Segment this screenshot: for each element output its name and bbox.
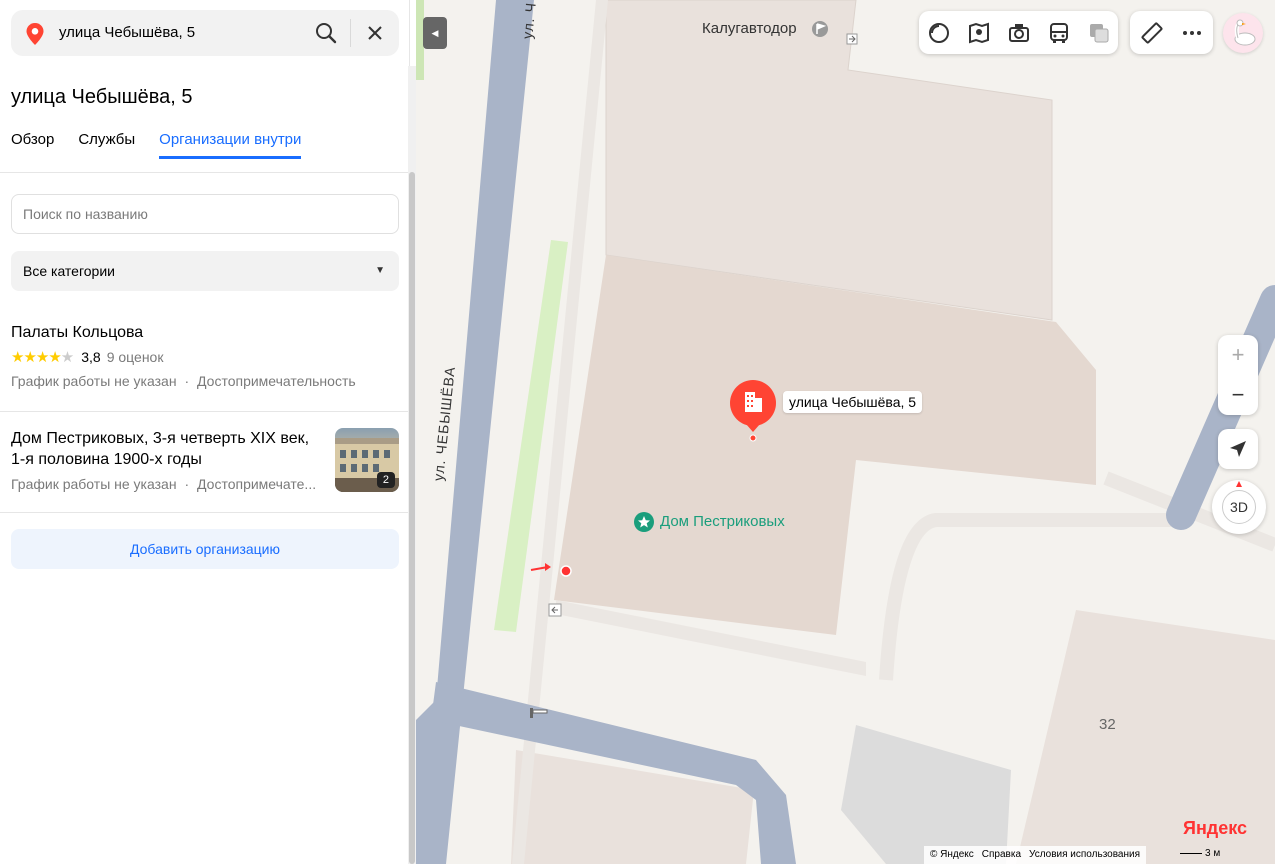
compass-control[interactable]: 3D	[1212, 480, 1266, 534]
ruler-icon[interactable]	[1140, 21, 1164, 45]
org-meta: График работы не указан · Достопримечате…	[11, 373, 408, 389]
collapse-sidebar-button[interactable]: ◀	[423, 17, 447, 49]
house-number: 32	[1099, 716, 1116, 733]
location-pin-icon	[26, 23, 44, 45]
entrance-icon	[548, 603, 562, 617]
app-root: улица Чебышёва, 5 улица Чебышёва, 5 Обзо…	[0, 0, 1275, 864]
copyright-text[interactable]: © Яндекс	[930, 849, 974, 861]
close-icon[interactable]	[365, 23, 385, 43]
building-shape	[841, 725, 1011, 864]
layers-icon[interactable]	[927, 21, 951, 45]
goose-avatar-icon	[1234, 19, 1256, 46]
search-icon[interactable]	[315, 22, 337, 44]
category-select[interactable]: Все категории ▼	[11, 251, 399, 291]
chevron-down-icon: ▼	[375, 265, 385, 276]
org-category: Достопримечате...	[197, 476, 317, 492]
zoom-control: + −	[1218, 335, 1258, 415]
org-meta: График работы не указан · Достопримечате…	[11, 476, 320, 492]
scale-value: 3 м	[1205, 848, 1221, 859]
zoom-in-button[interactable]: +	[1218, 335, 1258, 375]
page-title: улица Чебышёва, 5	[11, 86, 193, 108]
org-hours: График работы не указан	[11, 476, 177, 492]
category-select-label: Все категории	[23, 263, 115, 279]
meta-separator: ·	[184, 373, 190, 389]
help-link[interactable]: Справка	[982, 849, 1021, 861]
divider	[0, 411, 408, 412]
poi-label[interactable]: Дом Пестриковых	[660, 513, 785, 530]
north-indicator-icon	[1236, 481, 1242, 487]
name-search-input[interactable]	[11, 194, 399, 234]
scrollbar[interactable]	[408, 66, 416, 864]
flag-icon[interactable]	[811, 20, 829, 38]
map-canvas[interactable]: Калугавтодор ул. ЧЕБЫШЁВА ул. Ч 32	[416, 0, 1275, 864]
list-item[interactable]: Дом Пестриковых, 3-я четверть XIX век, 1…	[0, 428, 320, 492]
tab-overview[interactable]: Обзор	[11, 131, 54, 159]
scrollbar-thumb[interactable]	[409, 172, 415, 864]
tab-organizations-inside[interactable]: Организации внутри	[159, 131, 302, 159]
add-organization-button[interactable]: Добавить организацию	[11, 529, 399, 569]
marker-label[interactable]: улица Чебышёва, 5	[783, 391, 923, 413]
map-scale: 3 м	[1180, 848, 1220, 859]
review-count[interactable]: 9 оценок	[107, 349, 164, 365]
map-tools-toolbar	[1130, 11, 1213, 54]
list-item[interactable]: Палаты Кольцова ★★★★★ 3,8 9 оценок Графи…	[0, 322, 408, 389]
meta-separator: ·	[184, 476, 190, 492]
map-base-layer	[416, 0, 1275, 864]
entrance-icon	[846, 33, 858, 45]
org-category: Достопримечательность	[197, 373, 356, 389]
bus-icon[interactable]	[1047, 21, 1071, 45]
divider	[0, 172, 408, 173]
navigation-arrow-icon	[1230, 441, 1246, 457]
more-icon[interactable]	[1180, 21, 1204, 45]
avatar[interactable]	[1223, 13, 1263, 53]
3d-toggle-button[interactable]: 3D	[1222, 490, 1256, 524]
red-dot	[560, 565, 572, 577]
photo-count-badge: 2	[376, 472, 395, 488]
tab-bar: Обзор Службы Организации внутри	[11, 131, 302, 159]
logo-red: Я	[1183, 818, 1196, 838]
locate-button[interactable]	[1218, 429, 1258, 469]
camera-icon[interactable]	[1007, 21, 1031, 45]
copyright-bar: © Яндекс Справка Условия использования	[924, 846, 1147, 864]
search-input[interactable]: улица Чебышёва, 5	[59, 24, 195, 41]
scale-line	[1180, 852, 1202, 854]
search-divider	[350, 19, 351, 47]
poi-star-icon[interactable]	[634, 512, 654, 532]
map-label-kalugavtodor[interactable]: Калугавтодор	[702, 20, 797, 37]
org-name[interactable]: Дом Пестриковых, 3-я четверть XIX век, 1…	[11, 428, 320, 470]
traffic-icon[interactable]	[1087, 21, 1111, 45]
rating-value: 3,8	[81, 349, 101, 365]
zoom-out-button[interactable]: −	[1218, 375, 1258, 415]
terms-link[interactable]: Условия использования	[1029, 849, 1140, 861]
divider	[0, 512, 408, 513]
logo-black: ндекс	[1195, 818, 1248, 838]
map-layers-toolbar	[919, 11, 1118, 54]
marker-pin-icon[interactable]	[728, 380, 778, 442]
org-photo[interactable]: 2	[335, 428, 399, 492]
panorama-icon[interactable]	[967, 21, 991, 45]
org-name[interactable]: Палаты Кольцова	[11, 322, 408, 343]
sidebar: улица Чебышёва, 5 улица Чебышёва, 5 Обзо…	[0, 0, 410, 864]
tab-services[interactable]: Службы	[78, 131, 135, 159]
star-rating-icon: ★★★★★	[11, 349, 74, 366]
yandex-logo: Яндекс	[1183, 818, 1247, 839]
barrier-icon	[530, 708, 548, 718]
org-rating: ★★★★★ 3,8 9 оценок	[11, 348, 408, 366]
org-hours: График работы не указан	[11, 373, 177, 389]
